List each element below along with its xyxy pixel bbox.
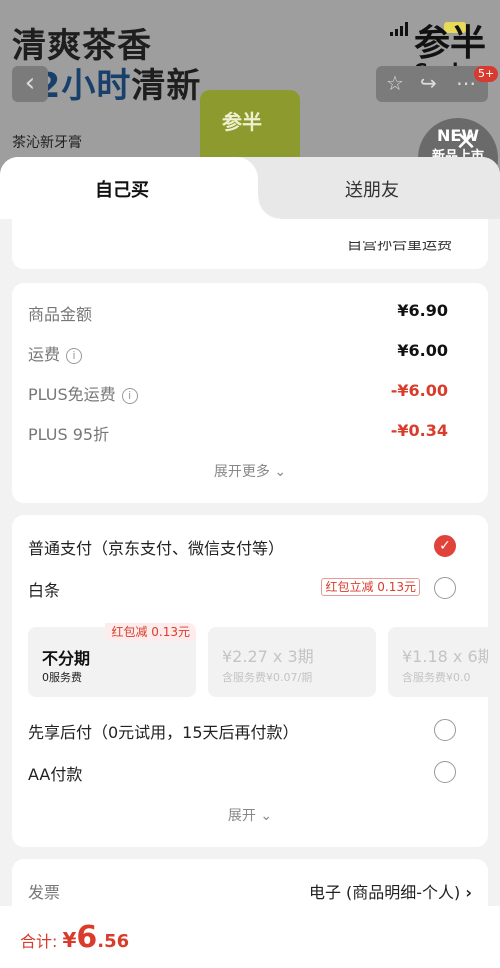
payment-option-baitiao[interactable]: 白条 红包立减 0.13元 bbox=[28, 577, 472, 603]
payment-option-pay-later[interactable]: 先享后付（0元试用，15天后再付款） bbox=[28, 719, 472, 745]
payment-option-normal[interactable]: 普通支付（京东支付、微信支付等） ✓ bbox=[28, 535, 472, 561]
chevron-left-icon[interactable]: ‹ bbox=[12, 66, 48, 102]
radio-icon[interactable] bbox=[434, 761, 456, 783]
chevron-down-icon: ⌄ bbox=[274, 464, 287, 480]
radio-icon[interactable] bbox=[434, 577, 456, 599]
close-icon[interactable]: ✕ bbox=[453, 129, 479, 155]
signal-icon bbox=[390, 22, 412, 36]
pack-logo: 参半 bbox=[222, 110, 262, 134]
more-icon[interactable]: ⋯ bbox=[456, 71, 476, 95]
radio-icon[interactable] bbox=[434, 719, 456, 741]
plus-free-freight-row: PLUS免运费 i -¥6.00 bbox=[28, 381, 448, 404]
tab-friend-label[interactable]: 送朋友 bbox=[345, 176, 399, 202]
payment-methods: 普通支付（京东支付、微信支付等） ✓ 白条 红包立减 0.13元 红包减 0.1… bbox=[12, 515, 488, 847]
checkout-sheet: 自己买 送朋友 自营孙合重运费 商品金额 ¥6.90 运费 i ¥6.00 PLU… bbox=[0, 157, 500, 968]
shipping-note: 自营孙合重运费 bbox=[346, 235, 452, 253]
banner-product-name: 茶沁新牙膏 bbox=[12, 135, 82, 151]
goods-amount-row: 商品金额 ¥6.90 bbox=[28, 301, 448, 324]
message-count-badge: 5+ bbox=[474, 66, 499, 82]
info-icon[interactable]: i bbox=[121, 388, 138, 404]
expand-more-button[interactable]: 展开更多 ⌄ bbox=[12, 461, 488, 481]
installment-option-6[interactable]: ¥1.18 x 6期 含服务费¥0.0 bbox=[388, 627, 488, 697]
info-icon[interactable]: i bbox=[66, 348, 83, 364]
total-amount: 合计: ¥6.56 bbox=[20, 920, 130, 955]
chevron-down-icon: ⌄ bbox=[260, 808, 273, 824]
purchase-tabs: 自己买 送朋友 bbox=[0, 157, 500, 219]
expand-payment-button[interactable]: 展开 ⌄ bbox=[12, 805, 488, 825]
amount-summary: 商品金额 ¥6.90 运费 i ¥6.00 PLUS免运费 i -¥6.00 PLU… bbox=[12, 283, 488, 503]
installment-option-none[interactable]: 红包减 0.13元 不分期 0服务费 bbox=[28, 623, 196, 697]
shipping-card: 自营孙合重运费 bbox=[12, 219, 488, 269]
star-icon[interactable]: ☆ bbox=[386, 71, 404, 95]
payment-option-aa[interactable]: AA付款 bbox=[28, 761, 472, 787]
installment-option-3[interactable]: ¥2.27 x 3期 含服务费¥0.07/期 bbox=[208, 627, 376, 697]
share-icon[interactable]: ↪ bbox=[420, 71, 437, 95]
chevron-right-icon: › bbox=[465, 883, 472, 902]
plus-discount-row: PLUS 95折 -¥0.34 bbox=[28, 421, 448, 444]
installment-promo-tag: 红包减 0.13元 bbox=[105, 623, 196, 641]
checkout-footer: 合计: ¥6.56 bbox=[0, 906, 500, 968]
brand-logo: 参半 bbox=[414, 23, 487, 64]
radio-checked-icon[interactable]: ✓ bbox=[434, 535, 456, 557]
freight-row: 运费 i ¥6.00 bbox=[28, 341, 448, 364]
tab-self-label[interactable]: 自己买 bbox=[95, 176, 149, 202]
top-action-bar: ☆ ↪ ⋯ bbox=[376, 66, 488, 102]
promo-badge: 红包立减 0.13元 bbox=[321, 578, 420, 596]
